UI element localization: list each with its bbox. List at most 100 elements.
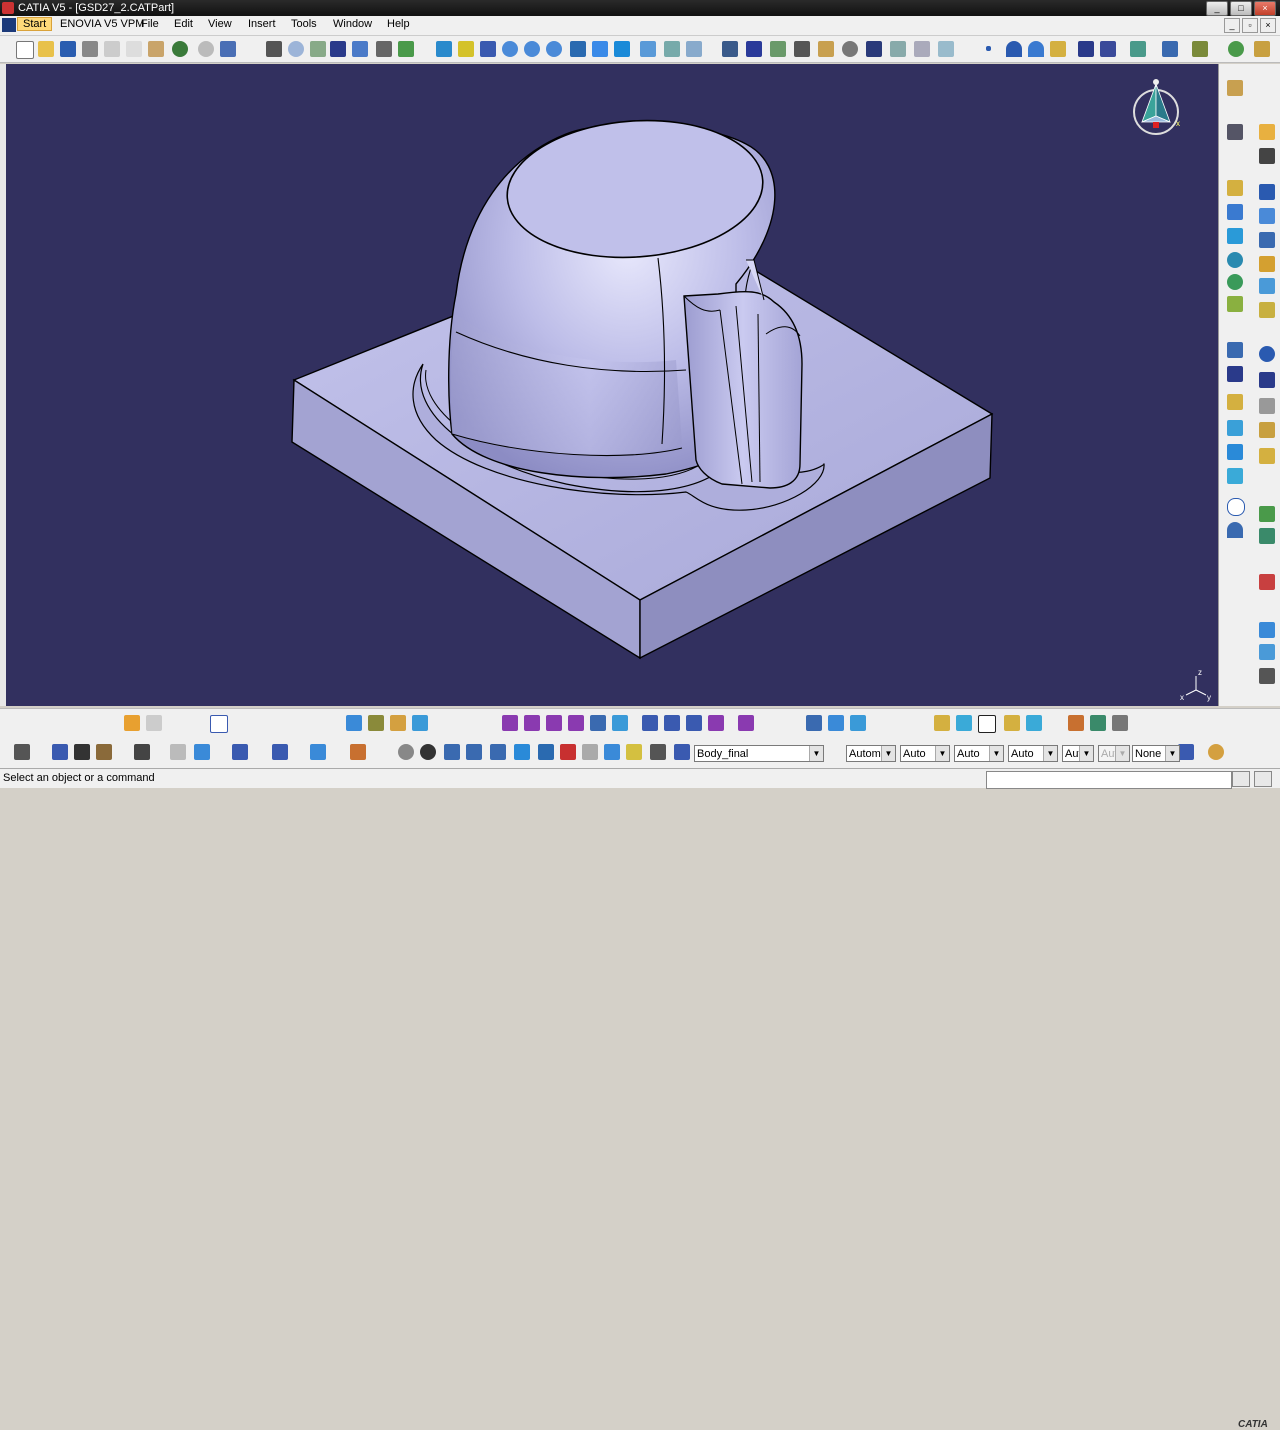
- status-bar-button[interactable]: [1232, 771, 1250, 787]
- healing-icon[interactable]: [1227, 296, 1243, 312]
- rotate-tool-icon[interactable]: [828, 715, 844, 731]
- multi-section-icon[interactable]: [1227, 228, 1243, 244]
- filter-icon[interactable]: [650, 744, 666, 760]
- spline-icon[interactable]: [1227, 522, 1243, 538]
- formula-icon[interactable]: [266, 41, 282, 57]
- tools-icon[interactable]: [1192, 41, 1208, 57]
- bridge-icon[interactable]: [368, 715, 384, 731]
- thick-surface-icon[interactable]: [1259, 528, 1275, 544]
- settings-icon[interactable]: [842, 41, 858, 57]
- catalog-browser-icon[interactable]: [1112, 715, 1128, 731]
- doc-restore-button[interactable]: ▫: [1242, 18, 1258, 33]
- knowledge-icon[interactable]: [1254, 41, 1270, 57]
- hand-icon[interactable]: [420, 744, 436, 760]
- edge-fillet-icon[interactable]: [738, 715, 754, 731]
- analysis-icon[interactable]: [866, 41, 882, 57]
- workbench-icon[interactable]: [1228, 41, 1244, 57]
- scaling-icon[interactable]: [934, 715, 950, 731]
- graphic-properties-icon[interactable]: [1178, 744, 1194, 760]
- print-icon[interactable]: [82, 41, 98, 57]
- update-icon[interactable]: [14, 744, 30, 760]
- extract-icon[interactable]: [1259, 422, 1275, 438]
- command-input[interactable]: [986, 771, 1232, 789]
- menu-window[interactable]: Window: [333, 18, 372, 30]
- split-icon[interactable]: [1259, 278, 1275, 294]
- catalog-icon[interactable]: [352, 41, 368, 57]
- sweep-surface-icon[interactable]: [1227, 204, 1243, 220]
- cut-part-icon[interactable]: [560, 744, 576, 760]
- pattern-icon[interactable]: [1004, 715, 1020, 731]
- draft-icon[interactable]: [502, 715, 518, 731]
- intersection-icon[interactable]: [1259, 622, 1275, 638]
- line-thickness-combo[interactable]: Auto ▼: [954, 745, 1004, 762]
- revolve-icon[interactable]: [794, 41, 810, 57]
- close-button[interactable]: ×: [1254, 1, 1276, 16]
- menu-help[interactable]: Help: [387, 18, 410, 30]
- sweep-icon[interactable]: [818, 41, 834, 57]
- join-icon[interactable]: [1078, 41, 1094, 57]
- menu-enovia[interactable]: ENOVIA V5 VPM: [60, 18, 144, 30]
- doc-minimize-button[interactable]: _: [1224, 18, 1240, 33]
- text-icon[interactable]: [232, 744, 248, 760]
- measure-item-icon[interactable]: [74, 744, 90, 760]
- chevron-down-icon[interactable]: ▼: [989, 746, 1003, 761]
- chevron-down-icon[interactable]: ▼: [1079, 746, 1093, 761]
- pad-icon[interactable]: [746, 41, 762, 57]
- lock-icon[interactable]: [582, 744, 598, 760]
- copy-icon[interactable]: [126, 41, 142, 57]
- linetype-combo[interactable]: Auto ▼: [1008, 745, 1058, 762]
- affinity-icon[interactable]: [956, 715, 972, 731]
- transform-icon[interactable]: [1130, 41, 1146, 57]
- catia-menu-icon[interactable]: [2, 18, 16, 32]
- solid-icon[interactable]: [1259, 506, 1275, 522]
- boundary-icon[interactable]: [1227, 420, 1243, 436]
- curve-icon[interactable]: [1028, 41, 1044, 57]
- painter-icon[interactable]: [1208, 744, 1224, 760]
- connect-checker-icon[interactable]: [914, 41, 930, 57]
- grid-snap-icon[interactable]: [490, 744, 506, 760]
- 3d-viewport[interactable]: x x y z: [6, 64, 1218, 706]
- sketch-icon[interactable]: [1227, 124, 1243, 140]
- surface-icon[interactable]: [1050, 41, 1066, 57]
- help-icon[interactable]: [1259, 668, 1275, 684]
- corner-icon[interactable]: [390, 715, 406, 731]
- menu-view[interactable]: View: [208, 18, 232, 30]
- draft-analysis-icon[interactable]: [938, 41, 954, 57]
- paste-icon[interactable]: [148, 41, 164, 57]
- sphere-icon[interactable]: [1227, 252, 1243, 268]
- pocket-icon[interactable]: [642, 715, 658, 731]
- hide-show-icon[interactable]: [664, 41, 680, 57]
- grid-icon[interactable]: [330, 41, 346, 57]
- minimize-button[interactable]: _: [1206, 1, 1228, 16]
- zoom-out-icon[interactable]: [546, 41, 562, 57]
- arc-icon[interactable]: [1006, 41, 1022, 57]
- chevron-down-icon[interactable]: ▼: [881, 746, 895, 761]
- fit-all-icon[interactable]: [458, 41, 474, 57]
- circle-icon[interactable]: [1227, 498, 1245, 516]
- workbench-switch-icon[interactable]: [1259, 574, 1275, 590]
- define-in-work-object-icon[interactable]: [674, 744, 690, 760]
- maximize-button[interactable]: □: [1230, 1, 1252, 16]
- parallel-curve-icon[interactable]: [346, 715, 362, 731]
- mass-properties-icon[interactable]: [96, 744, 112, 760]
- measure-icon[interactable]: [890, 41, 906, 57]
- cut-icon[interactable]: [104, 41, 120, 57]
- rotate-icon[interactable]: [502, 41, 518, 57]
- extrude-icon[interactable]: [770, 41, 786, 57]
- revolve-surface-icon[interactable]: [1227, 274, 1243, 290]
- chamfer-icon[interactable]: [708, 715, 724, 731]
- color-combo[interactable]: Autom. ▼: [846, 745, 896, 762]
- fillet-icon[interactable]: [1227, 444, 1243, 460]
- save-icon[interactable]: [60, 41, 76, 57]
- sub-elements-icon[interactable]: [1259, 644, 1275, 660]
- view-annotation-icon[interactable]: [194, 744, 210, 760]
- fill-icon[interactable]: [1259, 208, 1275, 224]
- sketcher-icon[interactable]: [722, 41, 738, 57]
- measure-between-icon[interactable]: [52, 744, 68, 760]
- rib-icon[interactable]: [568, 715, 584, 731]
- assembly-icon[interactable]: [1090, 715, 1106, 731]
- trim-icon[interactable]: [1100, 41, 1116, 57]
- dimension-icon[interactable]: [514, 744, 530, 760]
- spline-tool-icon[interactable]: [124, 715, 140, 731]
- light-icon[interactable]: [626, 744, 642, 760]
